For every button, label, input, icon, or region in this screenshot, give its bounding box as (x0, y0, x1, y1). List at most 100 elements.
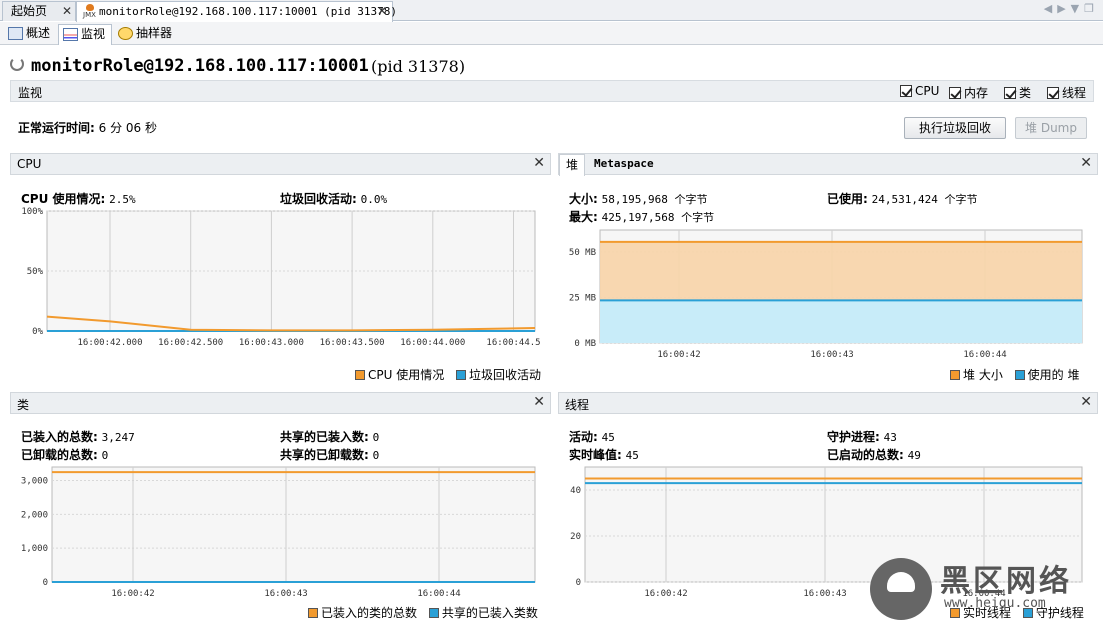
close-icon[interactable]: ✕ (533, 394, 545, 410)
x-tick-label: 16:00:43 (803, 589, 846, 599)
x-tick-label: 16:00:42 (644, 589, 687, 599)
stat-value: 0 (372, 449, 380, 462)
tab-sampler[interactable]: 抽样器 (114, 24, 178, 44)
heap-legend: 堆 大小 使用的 堆 (942, 366, 1079, 383)
x-tick-label: 16:00:43 (810, 350, 853, 360)
heap-dump-button[interactable]: 堆 Dump (1015, 117, 1087, 139)
stat-value: 45 (601, 431, 615, 444)
started-threads-stat: 已启动的总数: 49 (827, 446, 921, 463)
cpu-legend: CPU 使用情况 垃圾回收活动 (347, 366, 541, 383)
heap-chart: 50 MB 25 MB 0 MB 16:00:42 16:00:43 16:00:44 (569, 229, 1083, 360)
tab-label: monitorRole@192.168.100.117:10001 (pid 3… (99, 5, 398, 18)
checkbox-icon (949, 87, 961, 99)
stat-label: 最大: (569, 210, 598, 224)
monitor-label: 监视 (18, 86, 43, 100)
close-icon[interactable]: ✕ (1080, 394, 1092, 410)
stat-value: 49 (907, 449, 921, 462)
shared-unloaded-stat: 共享的已卸载数: 0 (280, 446, 379, 463)
y-tick-label: 40 (570, 486, 581, 496)
checkbox-icon (1004, 87, 1016, 99)
tab-start-page[interactable]: 起始页 ✕ (2, 1, 76, 21)
heap-panel: 堆 Metaspace ✕ 大小: 58,195,968 个字节 已使用: 24… (558, 153, 1098, 385)
stat-label: 活动: (569, 430, 598, 444)
panel-title: CPU (17, 157, 42, 171)
close-icon[interactable]: ✕ (377, 2, 387, 20)
classes-panel: 类 ✕ 已装入的总数: 3,247 共享的已装入数: 0 已卸载的总数: 0 共… (10, 392, 551, 623)
stat-label: 共享的已装入数: (280, 430, 369, 444)
uptime-label: 正常运行时间: (18, 121, 95, 135)
y-tick-label: 3,000 (21, 477, 48, 487)
tab-heap[interactable]: 堆 (559, 154, 586, 176)
watermark-title: 黑区网络 (940, 564, 1072, 599)
window-controls[interactable]: ◀▶▼❐ (1044, 2, 1099, 15)
checkbox-threads[interactable]: 线程 (1047, 84, 1086, 101)
tab-overview[interactable]: 概述 (4, 24, 56, 44)
loaded-classes-stat: 已装入的总数: 3,247 (21, 428, 135, 445)
panel-header: 类 ✕ (10, 392, 551, 414)
shared-loaded-stat: 共享的已装入数: 0 (280, 428, 379, 445)
x-tick-label: 16:00:42.500 (158, 338, 223, 348)
stat-label: 守护进程: (827, 430, 880, 444)
monitor-chart-icon (63, 28, 78, 41)
daemon-threads-stat: 守护进程: 43 (827, 428, 897, 445)
y-tick-label: 100% (21, 207, 43, 217)
x-tick-label: 16:00:42 (657, 350, 700, 360)
gc-activity-stat: 垃圾回收活动: 0.0% (280, 190, 387, 207)
perform-gc-button[interactable]: 执行垃圾回收 (904, 117, 1006, 139)
tab-label: 监视 (81, 27, 106, 41)
watermark-url: www.heiqu.com (944, 596, 1046, 611)
uptime-value: 6 分 06 秒 (98, 121, 157, 135)
cpu-usage-stat: CPU 使用情况: 2.5% (21, 190, 136, 207)
tab-jmx-connection[interactable]: JMX monitorRole@192.168.100.117:10001 (p… (76, 1, 397, 22)
heap-max-stat: 最大: 425,197,568 个字节 (569, 208, 714, 225)
y-tick-label: 0 MB (574, 339, 596, 349)
stat-value: 0 (372, 431, 380, 444)
cpu-chart: 100% 50% 0% 16:00:42.000 16:00:42.500 16:00:4… (21, 207, 540, 348)
y-tick-label: 25 MB (569, 293, 596, 303)
stat-label: CPU 使用情况: (21, 192, 106, 206)
heap-size-stat: 大小: 58,195,968 个字节 (569, 190, 708, 207)
stat-value: 425,197,568 个字节 (601, 211, 715, 224)
stat-label: 共享的已卸载数: (280, 448, 369, 462)
close-icon[interactable]: ✕ (1080, 155, 1092, 171)
panel-title: 类 (17, 398, 30, 412)
live-threads-stat: 活动: 45 (569, 428, 615, 445)
x-tick-label: 16:00:43.000 (239, 338, 304, 348)
checkbox-memory[interactable]: 内存 (949, 84, 988, 101)
stat-label: 已使用: (827, 192, 868, 206)
close-icon[interactable]: ✕ (62, 2, 72, 20)
jmx-icon: JMX (83, 4, 97, 19)
legend-label: 已装入的类的总数 (321, 606, 418, 620)
stat-value: 0.0% (360, 193, 388, 206)
stat-label: 实时峰值: (569, 448, 622, 462)
loading-spinner-icon (10, 57, 24, 71)
checkbox-cpu[interactable]: CPU (900, 84, 939, 98)
legend-swatch-blue (456, 370, 467, 380)
panel-header: 堆 Metaspace ✕ (558, 153, 1098, 176)
legend-label: 堆 大小 (963, 368, 1003, 382)
close-icon[interactable]: ✕ (533, 155, 545, 171)
heap-used-stat: 已使用: 24,531,424 个字节 (827, 190, 978, 207)
checkbox-label: 类 (1019, 86, 1032, 100)
panel-header: CPU ✕ (10, 153, 551, 175)
checkbox-label: CPU (915, 84, 940, 98)
stat-value: 43 (883, 431, 897, 444)
stat-label: 垃圾回收活动: (280, 192, 357, 206)
connection-title: monitorRole@192.168.100.117:10001 (31, 56, 369, 76)
x-tick-label: 16:00:42.000 (77, 338, 142, 348)
classes-chart: 3,000 2,000 1,000 0 16:00:42 16:00:43 16:00:44 (21, 466, 536, 599)
checkbox-label: 线程 (1062, 86, 1087, 100)
y-tick-label: 0% (32, 327, 43, 337)
tab-monitor[interactable]: 监视 (58, 24, 113, 45)
legend-swatch-blue (428, 608, 439, 618)
tab-label: 抽样器 (136, 26, 173, 40)
x-tick-label: 16:00:44.5 (486, 338, 540, 348)
legend-swatch-orange (308, 608, 318, 618)
legend-label: 共享的已装入类数 (441, 606, 538, 620)
x-tick-label: 16:00:43.500 (320, 338, 385, 348)
stat-value: 58,195,968 个字节 (601, 193, 708, 206)
tab-metaspace[interactable]: Metaspace (588, 154, 660, 176)
checkbox-classes[interactable]: 类 (1004, 84, 1031, 101)
y-tick-label: 1,000 (21, 544, 48, 554)
tab-label: 起始页 (11, 4, 48, 18)
